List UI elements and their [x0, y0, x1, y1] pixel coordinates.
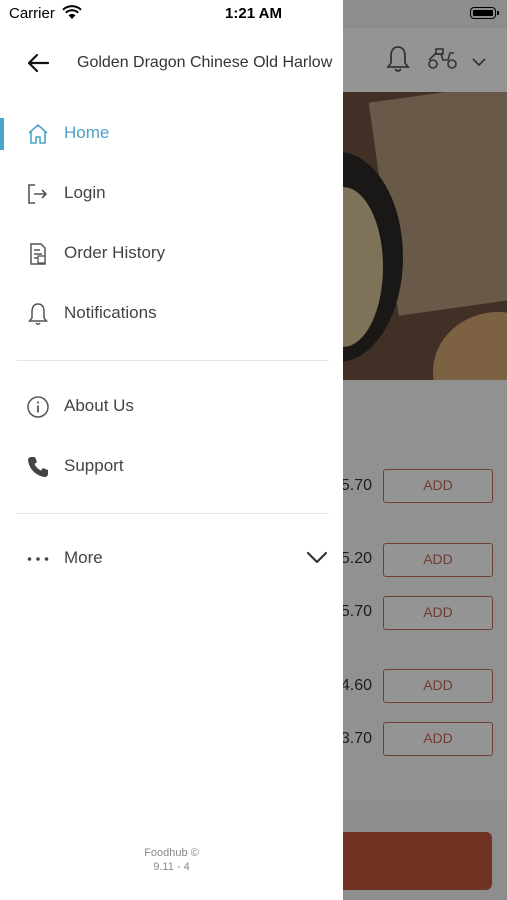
home-icon — [26, 122, 50, 146]
footer-brand: Foodhub © — [144, 847, 199, 859]
drawer-item-label: Support — [64, 456, 124, 475]
back-arrow-icon[interactable] — [26, 52, 50, 79]
drawer-item-label: Notifications — [64, 303, 157, 322]
clock: 1:21 AM — [225, 5, 282, 22]
battery-icon — [470, 7, 499, 19]
drawer-item-support[interactable]: Support — [0, 437, 343, 497]
drawer-item-label: Home — [64, 123, 110, 142]
drawer-item-home[interactable]: Home — [0, 104, 343, 164]
phone-icon — [26, 455, 50, 479]
chevron-down-icon[interactable] — [306, 551, 328, 570]
drawer-item-label: Order History — [64, 243, 166, 262]
drawer-item-label: More — [64, 548, 103, 567]
drawer-item-label: Login — [64, 183, 106, 202]
login-icon — [26, 182, 50, 206]
info-icon — [26, 395, 50, 419]
drawer-item-about-us[interactable]: About Us — [0, 377, 343, 437]
divider — [17, 513, 329, 514]
navigation-drawer: Golden Dragon Chinese Old Harlow Home Lo… — [0, 0, 343, 900]
drawer-item-order-history[interactable]: Order History — [0, 224, 343, 284]
delivery-scooter-icon[interactable] — [427, 48, 459, 75]
more-dots-icon — [26, 547, 50, 571]
app-version: 9.11 - 4 — [153, 861, 190, 873]
divider — [17, 360, 329, 361]
restaurant-title: Golden Dragon Chinese Old Harlow — [77, 54, 333, 71]
bell-icon[interactable] — [386, 45, 410, 78]
order-history-icon — [26, 242, 50, 266]
drawer-item-notifications[interactable]: Notifications — [0, 284, 343, 344]
drawer-item-more[interactable]: More — [0, 529, 343, 589]
status-bar: Carrier 1:21 AM — [0, 0, 507, 28]
drawer-scrim[interactable] — [343, 28, 507, 900]
drawer-item-label: About Us — [64, 396, 134, 415]
chevron-down-icon[interactable] — [471, 54, 487, 72]
bell-icon — [26, 302, 50, 326]
drawer-item-login[interactable]: Login — [0, 164, 343, 224]
